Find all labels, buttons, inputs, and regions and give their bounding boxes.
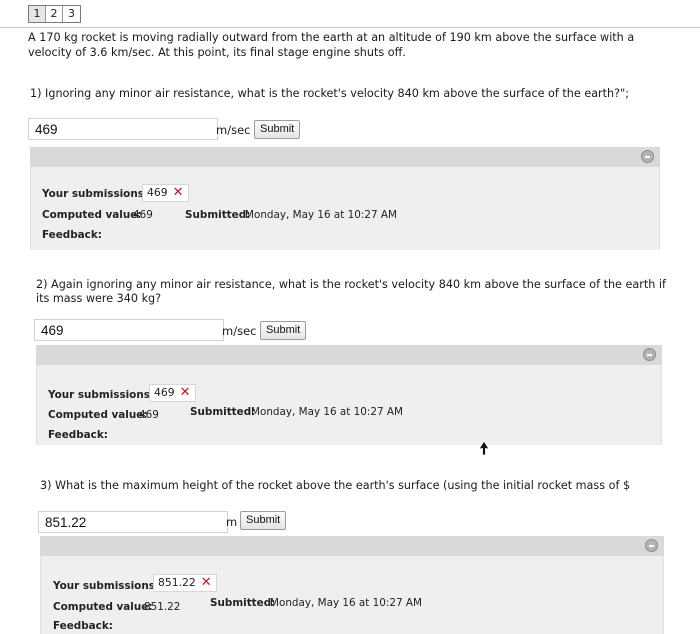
computed-value: 851.22 — [144, 601, 181, 613]
submission-chip: 851.22 ✕ — [153, 574, 217, 592]
submitted-value: Monday, May 16 at 10:27 AM — [245, 209, 397, 221]
feedback-label: Feedback: — [42, 229, 102, 241]
feedback-label: Feedback: — [48, 429, 108, 441]
submission-chip: 469 ✕ — [149, 384, 196, 402]
question-2-unit: m/sec — [222, 324, 257, 338]
submissions-label: Your submissions: — [42, 188, 149, 200]
computed-label: Computed value: — [48, 409, 148, 421]
question-1-text: 1) Ignoring any minor air resistance, wh… — [30, 87, 629, 100]
computed-value: 469 — [139, 409, 159, 421]
question-3-text: 3) What is the maximum height of the roc… — [40, 479, 631, 492]
feedback-label: Feedback: — [53, 620, 113, 632]
page-pager: 1 2 3 — [28, 5, 81, 23]
mouse-pointer-icon — [478, 440, 490, 456]
question-2-submissions-panel — [36, 365, 662, 445]
submission-value: 469 — [147, 186, 168, 199]
submitted-label: Submitted: — [190, 406, 256, 418]
submissions-label: Your submissions: — [53, 580, 160, 592]
divider — [0, 27, 700, 28]
x-icon: ✕ — [172, 185, 184, 200]
question-3-answer-input[interactable] — [38, 511, 228, 533]
question-3-panel-header[interactable] — [40, 536, 664, 556]
question-3-unit: m — [226, 515, 238, 529]
submission-value: 469 — [154, 386, 175, 399]
collapse-icon[interactable] — [641, 150, 654, 163]
submission-value: 851.22 — [158, 576, 196, 589]
question-1-panel-header[interactable] — [30, 147, 660, 167]
question-2-answer-input[interactable] — [34, 319, 224, 341]
question-3-submissions-panel — [40, 556, 664, 634]
question-1-answer-input[interactable] — [28, 118, 218, 140]
computed-label: Computed value: — [42, 209, 142, 221]
submissions-label: Your submissions: — [48, 389, 155, 401]
question-1-submit-button[interactable]: Submit — [254, 120, 301, 139]
collapse-icon[interactable] — [645, 539, 658, 552]
question-3-submit-button[interactable]: Submit — [240, 511, 287, 530]
submission-chip: 469 ✕ — [142, 184, 189, 202]
submitted-value: Monday, May 16 at 10:27 AM — [270, 597, 422, 609]
problem-intro: A 170 kg rocket is moving radially outwa… — [28, 31, 635, 59]
question-1-unit: m/sec — [216, 123, 251, 137]
computed-label: Computed value: — [53, 601, 153, 613]
computed-value: 469 — [133, 209, 153, 221]
page-tab-3[interactable]: 3 — [63, 6, 80, 22]
question-2-panel-header[interactable] — [36, 345, 662, 365]
submitted-value: Monday, May 16 at 10:27 AM — [251, 406, 403, 418]
submitted-label: Submitted: — [185, 209, 251, 221]
page-tab-2[interactable]: 2 — [46, 6, 63, 22]
x-icon: ✕ — [200, 575, 212, 590]
question-2-submit-button[interactable]: Submit — [260, 321, 307, 340]
question-2-text: 2) Again ignoring any minor air resistan… — [36, 278, 666, 305]
collapse-icon[interactable] — [643, 348, 656, 361]
x-icon: ✕ — [179, 385, 191, 400]
submitted-label: Submitted: — [210, 597, 276, 609]
page-tab-1[interactable]: 1 — [29, 6, 46, 22]
